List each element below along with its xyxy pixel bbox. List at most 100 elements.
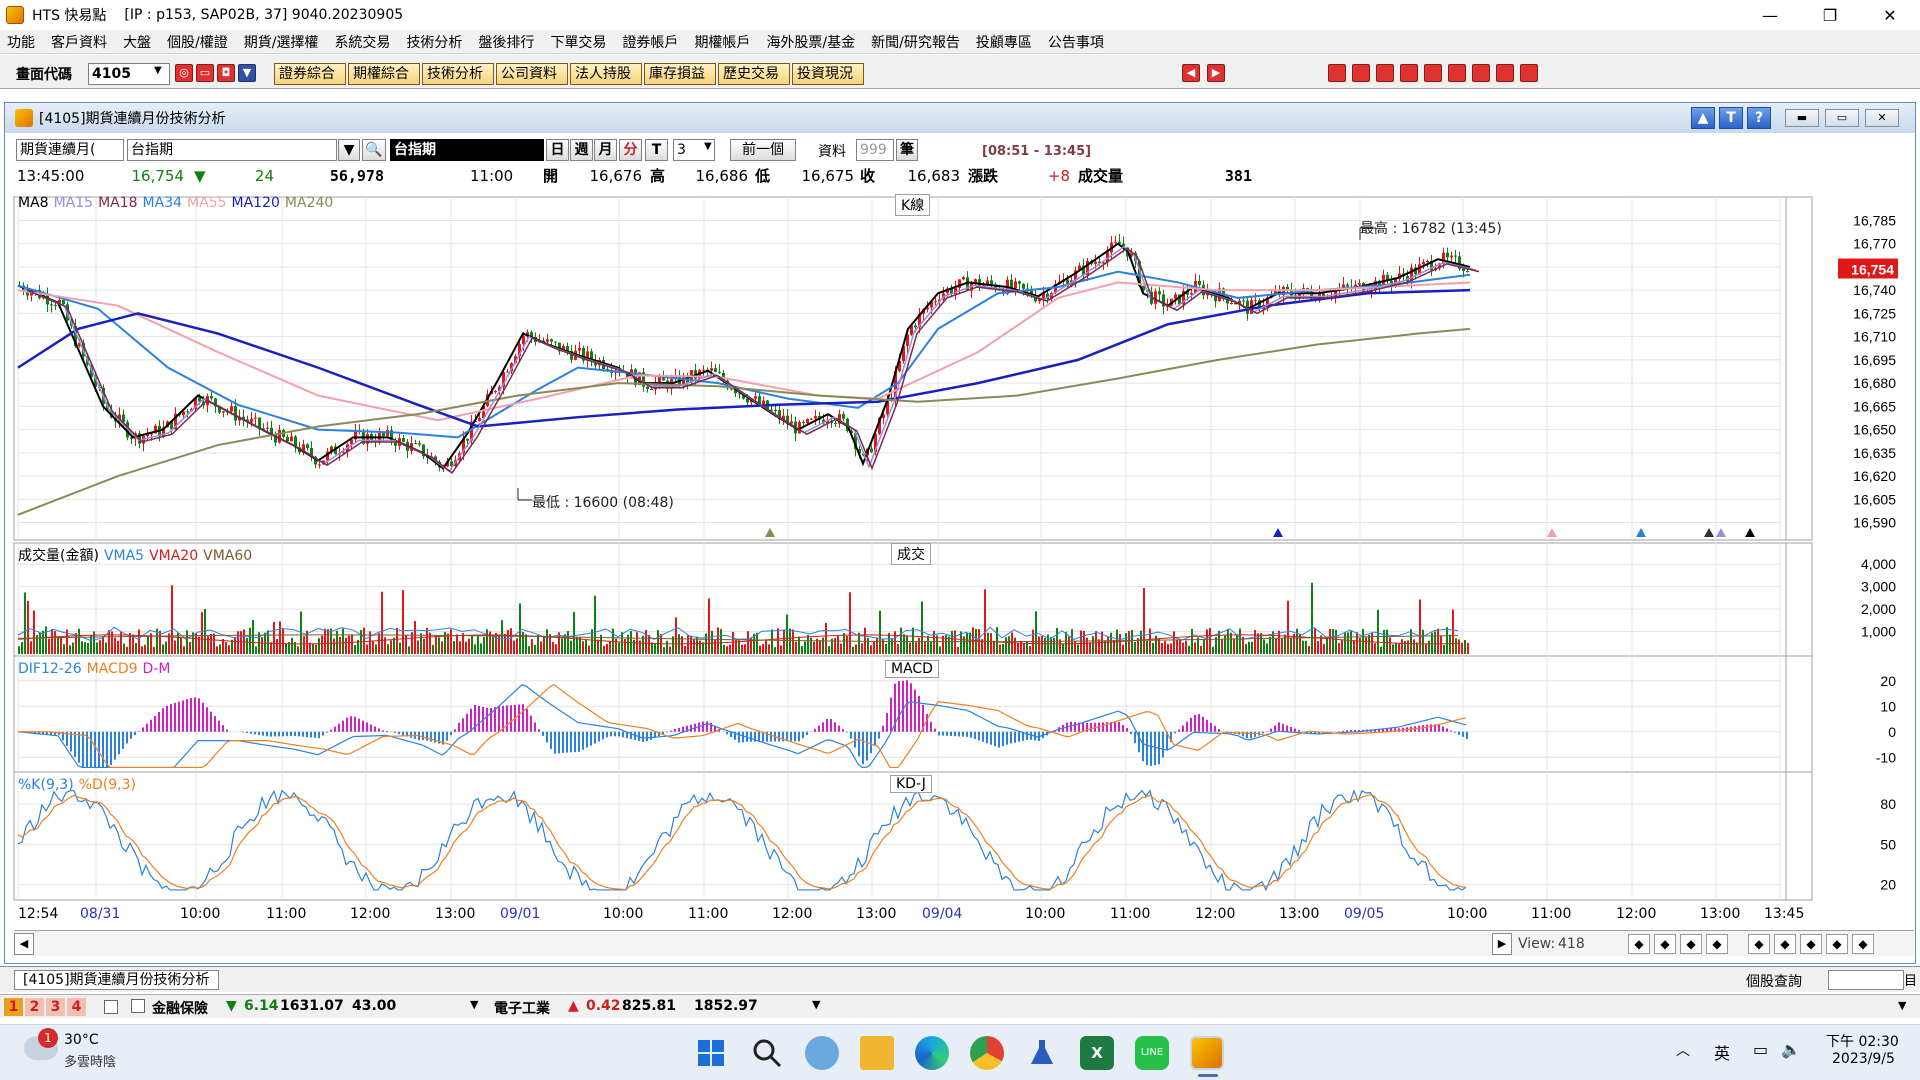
table-icon[interactable]: ◆: [1800, 934, 1822, 954]
y-tick-label: 20: [1880, 877, 1896, 893]
signal-triangle: [1704, 528, 1714, 537]
chevron-down-icon[interactable]: ▼: [812, 998, 820, 1011]
x-tick-label: 12:00: [1195, 906, 1236, 922]
candle-body: [62, 299, 65, 305]
tray-time: 下午 02:30: [1826, 1034, 1899, 1050]
moving-averages: [17, 242, 1480, 516]
scroll-right-button[interactable]: ▶: [1492, 933, 1512, 955]
ma-legend: MA8 MA15 MA18 MA34 MA55 MA120 MA240: [18, 195, 338, 211]
candle-body: [382, 432, 385, 437]
candle-body: [814, 415, 817, 419]
speaker-icon[interactable]: 🔈: [1781, 1040, 1801, 1059]
ma-line-ma8: [17, 242, 1471, 470]
windows-start-icon[interactable]: [694, 1036, 728, 1070]
hts-app-icon[interactable]: [1190, 1036, 1224, 1070]
network-icon[interactable]: ▭: [1753, 1040, 1768, 1059]
d-line: [17, 794, 1467, 891]
compare-icon[interactable]: ◆: [1748, 934, 1770, 954]
candle-body: [266, 427, 269, 429]
candle-body: [1230, 302, 1233, 304]
candle-body: [990, 280, 993, 285]
ticker-name[interactable]: 電子工業: [494, 998, 550, 1018]
query-button[interactable]: 目: [1904, 970, 1918, 989]
candle-body: [578, 348, 581, 351]
ticker-name[interactable]: 金融保險: [152, 998, 208, 1018]
stock-query-input[interactable]: [1828, 970, 1904, 990]
candle-body: [1022, 283, 1025, 289]
flask-icon[interactable]: [1025, 1036, 1059, 1070]
candle-body: [1462, 268, 1465, 272]
x-tick-label: 12:00: [350, 906, 391, 922]
y-tick-label: 16,725: [1853, 305, 1896, 321]
kd-legend: %K(9,3) %D(9,3): [18, 777, 141, 793]
macd-line: [18, 683, 1467, 769]
y-tick-label: 16,620: [1853, 468, 1896, 484]
zoom-out-icon[interactable]: ◆: [1654, 934, 1676, 954]
zoom-in-icon[interactable]: ◆: [1628, 934, 1650, 954]
layout-tab-2[interactable]: 2: [25, 998, 44, 1016]
candle-body: [806, 418, 809, 424]
candlesticks: [18, 227, 1469, 501]
lock-icon[interactable]: [104, 1000, 118, 1014]
legend-item: DIF12-26: [18, 661, 82, 677]
settings-icon[interactable]: ◆: [1852, 934, 1874, 954]
legend-item: %K(9,3): [18, 777, 74, 793]
scroll-left-button[interactable]: ◀: [14, 933, 34, 955]
signal-triangle: [1547, 528, 1557, 537]
y-tick-label: 4,000: [1861, 556, 1896, 572]
layout-tab-4[interactable]: 4: [67, 998, 86, 1016]
candle-body: [646, 386, 649, 390]
candle-body: [1018, 281, 1021, 284]
candle-body: [1426, 261, 1429, 263]
ticker-direction-icon: ▼: [226, 998, 237, 1014]
dif-line: [17, 684, 1467, 769]
candle-body: [870, 448, 873, 453]
legend-item: MA34: [142, 195, 183, 211]
chevron-down-icon[interactable]: ▼: [1898, 999, 1906, 1012]
y-tick-label: 80: [1880, 796, 1896, 812]
legend-item: MA120: [231, 195, 280, 211]
x-tick-label: 10:00: [180, 906, 221, 922]
signal-triangle: [1636, 528, 1646, 537]
x-tick-label: 13:00: [856, 906, 897, 922]
candle-body: [934, 301, 937, 303]
search-icon[interactable]: [750, 1036, 784, 1070]
window-tab[interactable]: [4105]期貨連續月份技術分析: [14, 970, 219, 990]
y-tick-label: 16,785: [1853, 212, 1896, 228]
x-tick-label: 13:45: [1764, 906, 1805, 922]
legend-item: MA55: [187, 195, 227, 211]
line-icon[interactable]: LINE: [1135, 1036, 1169, 1070]
x-tick-label: 13:00: [435, 906, 476, 922]
candle-body: [414, 443, 417, 445]
x-tick-label: 11:00: [266, 906, 307, 922]
y-tick-label: 16,695: [1853, 352, 1896, 368]
last-price-label: 16,754: [1851, 262, 1894, 278]
pen-icon[interactable]: ◆: [1826, 934, 1848, 954]
copy-icon[interactable]: ◆: [1774, 934, 1796, 954]
folder-icon[interactable]: [860, 1036, 894, 1070]
chrome-icon[interactable]: [970, 1036, 1004, 1070]
candle-body: [554, 341, 557, 343]
candle-body: [550, 339, 553, 342]
magnify-icon[interactable]: ◆: [1680, 934, 1702, 954]
candle-body: [1454, 255, 1457, 257]
chevron-down-icon[interactable]: ▼: [470, 998, 478, 1011]
ticker-change: 0.42: [586, 998, 621, 1014]
ticker-checkbox[interactable]: [131, 999, 145, 1013]
edge-icon[interactable]: [915, 1036, 949, 1070]
chevron-up-icon[interactable]: ︿: [1676, 1040, 1690, 1060]
browser-globe-icon[interactable]: [805, 1036, 839, 1070]
ime-indicator[interactable]: 英: [1714, 1040, 1730, 1064]
layout-tab-1[interactable]: 1: [4, 998, 23, 1016]
candle-body: [522, 336, 525, 345]
candle-body: [714, 368, 717, 372]
excel-icon[interactable]: X: [1080, 1036, 1114, 1070]
macd-legend: DIF12-26 MACD9 D-M: [18, 661, 175, 677]
candle-body: [478, 418, 481, 422]
legend-item: VMA60: [203, 548, 253, 564]
ticker-bar: 1234 金融保險 ▼ 6.14 1631.07 43.00 ▼ 電子工業 ▲ 0.42 825.…: [0, 994, 1920, 1018]
refresh-icon[interactable]: ◆: [1706, 934, 1728, 954]
layout-tab-3[interactable]: 3: [46, 998, 65, 1016]
x-tick-label: 09/04: [922, 906, 963, 922]
candle-body: [1154, 291, 1157, 304]
